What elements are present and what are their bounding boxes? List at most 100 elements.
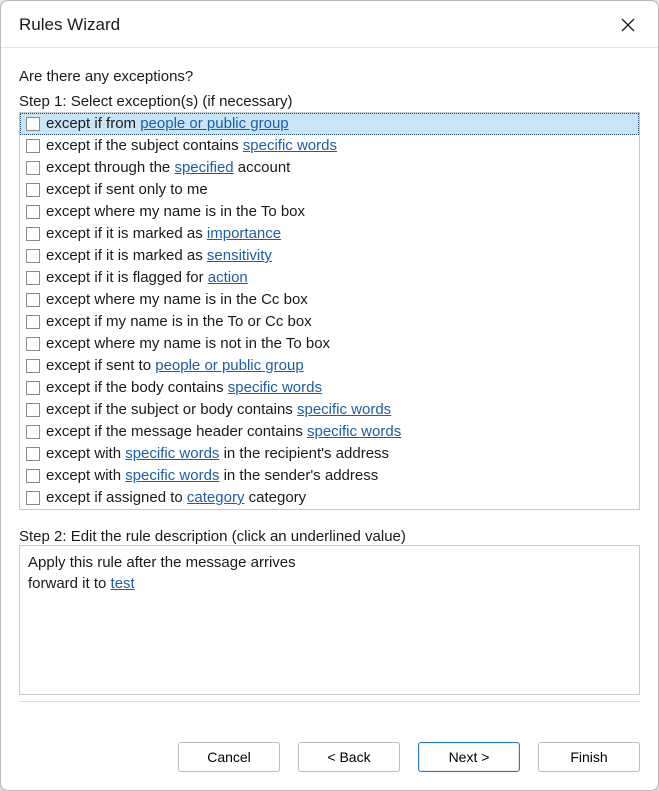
exception-checkbox[interactable] [26, 381, 40, 395]
exception-row[interactable]: except if the body contains specific wor… [20, 377, 639, 399]
close-button[interactable] [612, 11, 644, 39]
exception-checkbox[interactable] [26, 161, 40, 175]
exception-checkbox[interactable] [26, 249, 40, 263]
exception-checkbox[interactable] [26, 491, 40, 505]
exception-checkbox[interactable] [26, 403, 40, 417]
exception-text: except if the body contains [46, 379, 228, 396]
titlebar: Rules Wizard [1, 1, 658, 48]
exception-text: except if it is flagged for [46, 269, 208, 286]
exception-text: except if the subject or body contains [46, 401, 297, 418]
back-button[interactable]: < Back [298, 742, 400, 772]
exception-checkbox[interactable] [26, 139, 40, 153]
exception-checkbox[interactable] [26, 447, 40, 461]
exception-text: except where my name is in the Cc box [46, 291, 308, 308]
exception-text: except where my name is in the To box [46, 203, 305, 220]
exception-text: except where my name is not in the To bo… [46, 335, 330, 352]
exception-text: in the recipient's address [219, 445, 389, 462]
rules-wizard-dialog: Rules Wizard Are there any exceptions? S… [0, 0, 659, 791]
exception-label: except if sent only to me [46, 180, 208, 200]
exception-link[interactable]: action [208, 269, 248, 286]
exception-checkbox[interactable] [26, 205, 40, 219]
content-area: Are there any exceptions? Step 1: Select… [1, 48, 658, 736]
exception-row[interactable]: except where my name is in the Cc box [20, 289, 639, 311]
step1-label: Step 1: Select exception(s) (if necessar… [19, 93, 640, 110]
exception-label: except through the specified account [46, 158, 290, 178]
exception-checkbox[interactable] [26, 315, 40, 329]
exception-row[interactable]: except with specific words in the sender… [20, 465, 639, 487]
exception-checkbox[interactable] [26, 425, 40, 439]
exception-link[interactable]: specific words [297, 401, 391, 418]
exception-text: except if sent to [46, 357, 155, 374]
exception-link[interactable]: specific words [125, 445, 219, 462]
exception-row[interactable]: except if the message header contains sp… [20, 421, 639, 443]
exception-row[interactable]: except through the specified account [20, 157, 639, 179]
exception-text: except through the [46, 159, 174, 176]
exception-label: except if the message header contains sp… [46, 422, 401, 442]
exception-label: except if the subject contains specific … [46, 136, 337, 156]
exception-checkbox[interactable] [26, 117, 40, 131]
wizard-heading: Are there any exceptions? [19, 68, 640, 85]
exception-link[interactable]: people or public group [140, 115, 288, 132]
exception-row[interactable]: except if assigned to category category [20, 487, 639, 509]
exceptions-listbox[interactable]: except if from people or public groupexc… [19, 112, 640, 510]
exception-text: account [234, 159, 291, 176]
exception-link[interactable]: importance [207, 225, 281, 242]
finish-button[interactable]: Finish [538, 742, 640, 772]
exception-label: except if from people or public group [46, 114, 289, 134]
exception-text: except if my name is in the To or Cc box [46, 313, 312, 330]
exception-checkbox[interactable] [26, 469, 40, 483]
exception-label: except if my name is in the To or Cc box [46, 312, 312, 332]
exception-label: except if the subject or body contains s… [46, 400, 391, 420]
exception-text: except if it is marked as [46, 225, 207, 242]
exception-link[interactable]: specific words [307, 423, 401, 440]
exception-link[interactable]: specific words [243, 137, 337, 154]
exception-row[interactable]: except if it is marked as importance [20, 223, 639, 245]
exception-row[interactable]: except if it is marked as sensitivity [20, 245, 639, 267]
separator [19, 701, 640, 702]
close-icon [621, 18, 635, 32]
exception-label: except where my name is not in the To bo… [46, 334, 330, 354]
exception-text: except with [46, 467, 125, 484]
exception-row[interactable]: except if sent to people or public group [20, 355, 639, 377]
exception-row[interactable]: except if it is flagged for action [20, 267, 639, 289]
next-button[interactable]: Next > [418, 742, 520, 772]
exception-label: except if it is marked as importance [46, 224, 281, 244]
exception-checkbox[interactable] [26, 183, 40, 197]
exception-checkbox[interactable] [26, 293, 40, 307]
exception-row[interactable]: except if sent only to me [20, 179, 639, 201]
exception-checkbox[interactable] [26, 337, 40, 351]
description-text: forward it to [28, 575, 111, 592]
exception-label: except where my name is in the Cc box [46, 290, 308, 310]
exception-checkbox[interactable] [26, 359, 40, 373]
description-link[interactable]: test [111, 575, 135, 592]
exception-text: except if the subject contains [46, 137, 243, 154]
exception-row[interactable]: except where my name is not in the To bo… [20, 333, 639, 355]
exception-link[interactable]: category [187, 489, 245, 506]
exception-link[interactable]: sensitivity [207, 247, 272, 264]
cancel-button[interactable]: Cancel [178, 742, 280, 772]
exception-link[interactable]: people or public group [155, 357, 303, 374]
exception-link[interactable]: specified [174, 159, 233, 176]
description-line: Apply this rule after the message arrive… [28, 552, 631, 573]
exception-label: except with specific words in the recipi… [46, 444, 389, 464]
exception-row[interactable]: except if the subject or body contains s… [20, 399, 639, 421]
exception-label: except if it is marked as sensitivity [46, 246, 272, 266]
exception-label: except if it is flagged for action [46, 268, 248, 288]
exception-link[interactable]: specific words [228, 379, 322, 396]
exception-text: category [244, 489, 306, 506]
exception-text: except if the message header contains [46, 423, 307, 440]
exception-row[interactable]: except if from people or public group [20, 113, 639, 135]
exception-checkbox[interactable] [26, 271, 40, 285]
exception-text: except if assigned to [46, 489, 187, 506]
rule-description-box[interactable]: Apply this rule after the message arrive… [19, 545, 640, 695]
exception-row[interactable]: except if my name is in the To or Cc box [20, 311, 639, 333]
exception-link[interactable]: specific words [125, 467, 219, 484]
exception-row[interactable]: except where my name is in the To box [20, 201, 639, 223]
exception-row[interactable]: except if the subject contains specific … [20, 135, 639, 157]
dialog-footer: Cancel < Back Next > Finish [1, 736, 658, 790]
window-title: Rules Wizard [19, 15, 120, 35]
exception-text: except if sent only to me [46, 181, 208, 198]
exception-checkbox[interactable] [26, 227, 40, 241]
exception-row[interactable]: except with specific words in the recipi… [20, 443, 639, 465]
exception-label: except if assigned to category category [46, 488, 306, 508]
